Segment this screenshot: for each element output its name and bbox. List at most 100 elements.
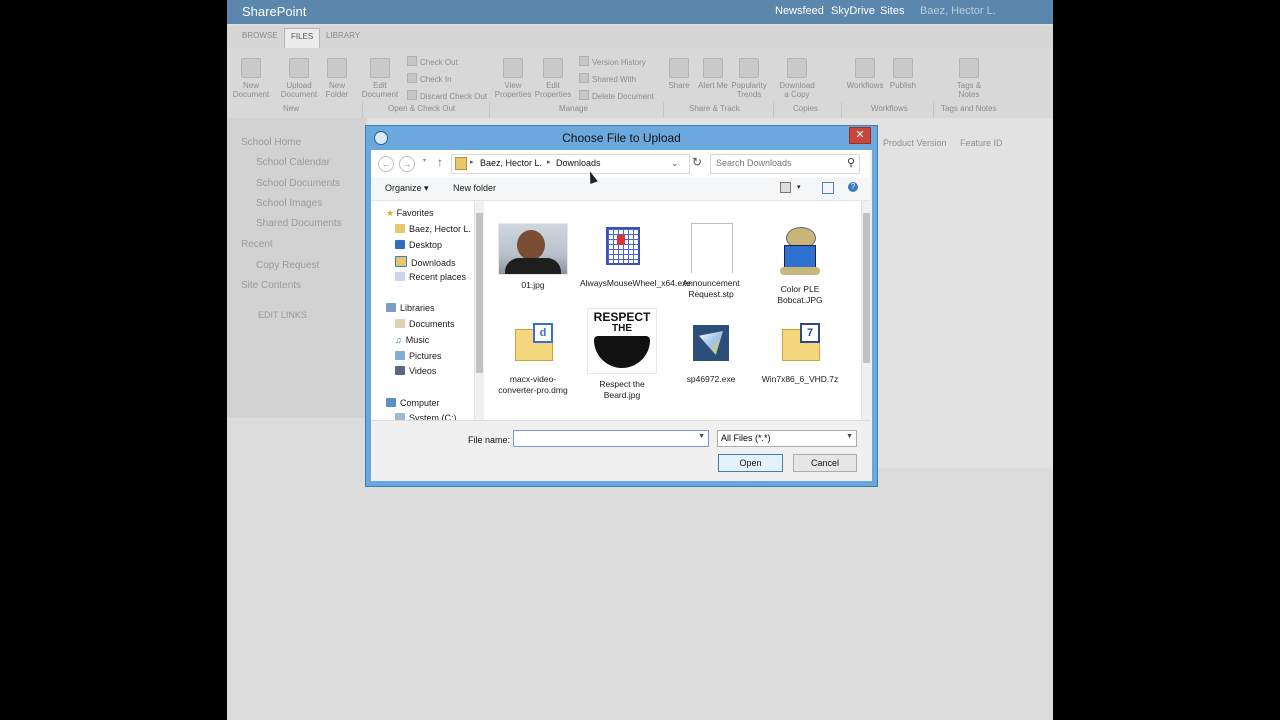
- preview-pane-icon[interactable]: [822, 182, 834, 194]
- new-folder-ribbon-button[interactable]: New Folder: [317, 58, 357, 99]
- nav-school-calendar[interactable]: School Calendar: [256, 157, 330, 168]
- tree-music[interactable]: ♫ Music: [395, 335, 429, 345]
- column-product-version[interactable]: Product Version: [883, 138, 947, 148]
- breadcrumb-user[interactable]: Baez, Hector L.: [480, 158, 542, 168]
- refresh-icon[interactable]: ↻: [692, 155, 702, 169]
- tree-desktop[interactable]: Desktop: [395, 240, 442, 250]
- file-item[interactable]: 01.jpg: [491, 223, 575, 291]
- chevron-down-icon[interactable]: ▼: [698, 433, 705, 440]
- files-scrollbar[interactable]: [861, 201, 871, 420]
- search-icon[interactable]: ⚲: [847, 156, 855, 169]
- nav-copy-request[interactable]: Copy Request: [256, 260, 319, 271]
- breadcrumb-separator-icon: ▸: [470, 159, 474, 166]
- change-view-icon[interactable]: [780, 182, 791, 193]
- edit-properties-icon: [543, 58, 563, 78]
- search-input[interactable]: [716, 158, 836, 168]
- nav-school-images[interactable]: School Images: [256, 198, 322, 209]
- file-name: Respect the Beard.jpg: [599, 379, 645, 400]
- discard-check-out-button[interactable]: Discard Check Out: [407, 90, 487, 101]
- nav-sites[interactable]: Sites: [880, 5, 904, 17]
- file-item[interactable]: d macx-video-converter-pro.dmg: [491, 319, 575, 396]
- tags-notes-button[interactable]: Tags & Notes: [949, 58, 989, 99]
- tree-computer-label: Computer: [400, 398, 440, 408]
- brand-label[interactable]: SharePoint: [242, 4, 306, 19]
- publish-icon: [893, 58, 913, 78]
- tree-documents[interactable]: Documents: [395, 319, 455, 329]
- documents-icon: [395, 319, 405, 328]
- nav-recent[interactable]: Recent: [241, 239, 273, 250]
- file-name-input[interactable]: [514, 434, 700, 448]
- tree-fav-user[interactable]: Baez, Hector L.: [395, 224, 471, 234]
- up-arrow-icon[interactable]: ↑: [437, 155, 443, 169]
- chevron-down-icon[interactable]: ▼: [846, 433, 853, 440]
- address-bar[interactable]: ▸ Baez, Hector L. ▸ Downloads ⌄: [451, 154, 690, 174]
- tree-libraries[interactable]: Libraries: [386, 303, 435, 313]
- dialog-title: Choose File to Upload: [562, 131, 681, 145]
- edit-document-button[interactable]: Edit Document: [360, 58, 400, 99]
- help-icon[interactable]: ?: [848, 182, 858, 192]
- upload-document-button[interactable]: Upload Document: [279, 58, 319, 99]
- tree-recent-places[interactable]: Recent places: [395, 272, 466, 282]
- file-item[interactable]: Announcement Request.stp: [669, 223, 753, 300]
- nav-scrollbar[interactable]: [474, 201, 484, 420]
- breadcrumb-downloads[interactable]: Downloads: [556, 158, 601, 168]
- file-name-combo[interactable]: ▼: [513, 430, 709, 448]
- back-icon[interactable]: ←: [378, 156, 394, 172]
- dialog-titlebar[interactable]: Choose File to Upload ✕: [366, 126, 877, 150]
- tree-favorites[interactable]: ★ Favorites: [386, 208, 434, 219]
- new-folder-button[interactable]: New folder: [453, 183, 496, 193]
- nav-school-home[interactable]: School Home: [241, 137, 301, 148]
- download-copy-button[interactable]: Download a Copy: [777, 58, 817, 99]
- tab-browse[interactable]: BROWSE: [242, 31, 278, 40]
- version-history-button[interactable]: Version History: [579, 56, 646, 67]
- check-in-button[interactable]: Check In: [407, 73, 452, 84]
- delete-document-button[interactable]: Delete Document: [579, 90, 654, 101]
- file-item[interactable]: sp46972.exe: [669, 319, 753, 385]
- nav-skydrive[interactable]: SkyDrive: [831, 5, 875, 17]
- popularity-trends-button[interactable]: Popularity Trends: [729, 58, 769, 99]
- dialog-toolbar: Organize ▾ New folder ▾ ?: [371, 178, 870, 201]
- nav-scrollbar-thumb[interactable]: [476, 213, 483, 373]
- open-button[interactable]: Open: [718, 454, 783, 472]
- cancel-button[interactable]: Cancel: [793, 454, 857, 472]
- shared-with-button[interactable]: Shared With: [579, 73, 636, 84]
- dmg-file-icon: d: [499, 319, 567, 369]
- files-scrollbar-thumb[interactable]: [863, 213, 870, 363]
- libraries-icon: [386, 303, 396, 312]
- view-options-chevron-icon[interactable]: ▾: [797, 183, 801, 191]
- nav-newsfeed[interactable]: Newsfeed: [775, 5, 824, 17]
- file-item[interactable]: RESPECT THE Respect the Beard.jpg: [580, 308, 664, 401]
- organize-button[interactable]: Organize ▾: [385, 183, 429, 194]
- file-item[interactable]: 7 Win7x86_6_VHD.7z: [758, 319, 842, 385]
- alert-me-button[interactable]: Alert Me: [693, 58, 733, 90]
- tree-downloads[interactable]: Downloads: [395, 256, 456, 268]
- file-type-filter[interactable]: All Files (*.*) ▼: [717, 430, 857, 447]
- ribbon-tabs: BROWSE FILES LIBRARY: [227, 26, 1053, 50]
- close-button[interactable]: ✕: [849, 127, 871, 144]
- tree-pictures[interactable]: Pictures: [395, 351, 442, 361]
- tree-computer[interactable]: Computer: [386, 398, 440, 408]
- check-out-button[interactable]: Check Out: [407, 56, 458, 67]
- new-document-button[interactable]: New Document: [231, 58, 271, 99]
- beard-shape: [594, 336, 650, 368]
- nav-school-documents[interactable]: School Documents: [256, 178, 340, 189]
- nav-shared-documents[interactable]: Shared Documents: [256, 218, 342, 229]
- column-feature-id[interactable]: Feature ID: [960, 138, 1003, 148]
- nav-edit-links[interactable]: EDIT LINKS: [258, 310, 307, 320]
- workflows-button[interactable]: Workflows: [845, 58, 885, 90]
- tab-library[interactable]: LIBRARY: [326, 31, 360, 40]
- file-item[interactable]: Color PLE Bobcat.JPG: [758, 223, 842, 306]
- view-properties-button[interactable]: View Properties: [493, 58, 533, 99]
- user-menu[interactable]: Baez, Hector L.: [920, 5, 996, 17]
- recent-locations-chevron-icon[interactable]: ▾: [423, 157, 426, 164]
- file-item[interactable]: AlwaysMouseWheel_x64.exe: [580, 223, 691, 289]
- search-box[interactable]: ⚲: [710, 154, 860, 174]
- address-dropdown-icon[interactable]: ⌄: [671, 158, 679, 169]
- forward-icon[interactable]: →: [399, 156, 415, 172]
- publish-button[interactable]: Publish: [883, 58, 923, 90]
- tab-files[interactable]: FILES: [284, 28, 321, 50]
- edit-properties-button[interactable]: Edit Properties: [533, 58, 573, 99]
- tree-videos[interactable]: Videos: [395, 366, 436, 376]
- nav-site-contents[interactable]: Site Contents: [241, 280, 301, 291]
- dialog-body: ← → ▾ ↑ ▸ Baez, Hector L. ▸ Downloads ⌄ …: [371, 150, 871, 481]
